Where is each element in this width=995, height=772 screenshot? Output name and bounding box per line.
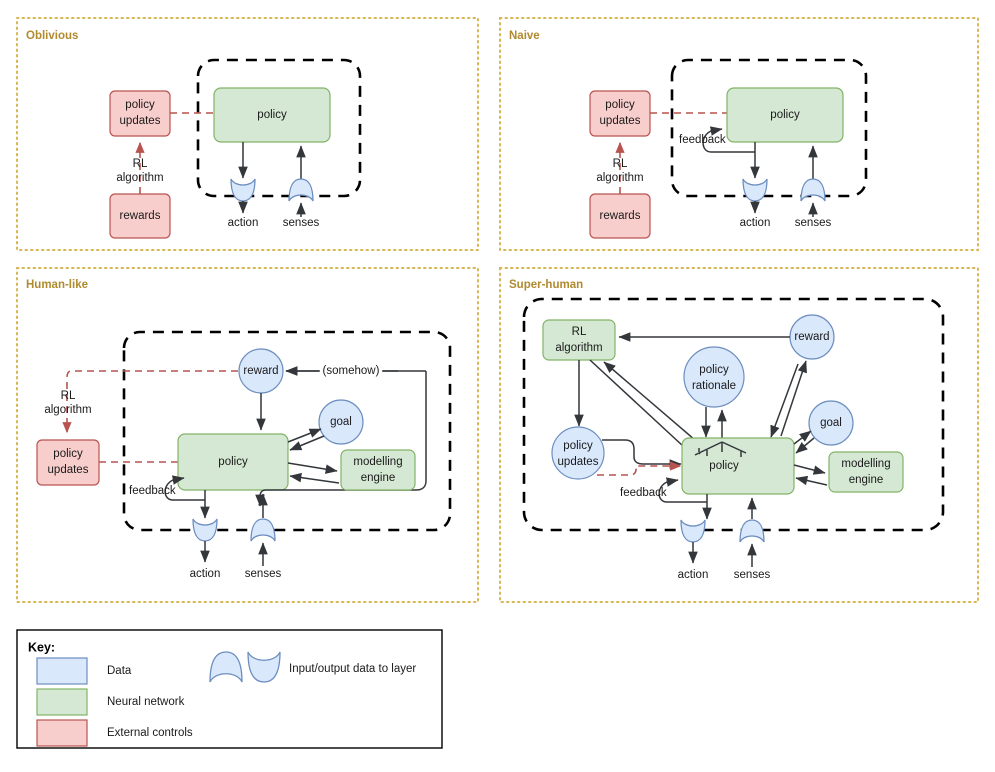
edge-policy-updates-to-policy-solid-super-human (602, 439, 682, 469)
edge-modelling-to-policy-human-like (289, 472, 340, 484)
panel-title-super-human: Super-human (509, 279, 583, 291)
node-label-policy-super-human: policy (709, 460, 739, 472)
edge-label-feedback-human-like: feedback (129, 485, 176, 497)
blob-senses-super-human (739, 519, 765, 543)
blob-action-naive (742, 178, 768, 202)
panel-naive: Naive policy updates rewards RL algorith… (499, 17, 979, 251)
node-label-rl-algorithm-sh-line1: RL (572, 326, 587, 338)
node-label-policy-updates-sh-line2: updates (558, 456, 599, 468)
node-policy-updates-human-like[interactable] (36, 439, 100, 486)
key-title: Key: (28, 640, 55, 654)
node-label-policy-updates-naive-line2: updates (600, 115, 641, 127)
edge-label-feedback-naive: feedback (679, 134, 726, 146)
edge-modelling-to-policy-super-human (795, 475, 828, 486)
panel-oblivious: Oblivious policy updates rewards RL algo… (16, 17, 479, 251)
node-label-policy-updates-hl-line1: policy (53, 448, 83, 460)
edge-goal-to-policy-human-like (289, 435, 325, 451)
node-label-policy-rationale-line1: policy (699, 364, 729, 376)
edge-label-rl-algorithm-naive-line2: algorithm (596, 172, 643, 184)
key-label-neural-network: Neural network (107, 696, 185, 708)
node-label-senses-naive: senses (795, 217, 832, 229)
key-label-input-output: Input/output data to layer (289, 663, 416, 675)
edge-label-rl-algorithm-hl-line2: algorithm (44, 404, 91, 416)
blob-senses-human-like (250, 518, 276, 542)
node-label-policy-oblivious: policy (257, 109, 287, 121)
node-label-senses-oblivious: senses (283, 217, 320, 229)
node-label-modelling-engine-hl-line2: engine (361, 472, 396, 484)
blob-senses-oblivious (288, 178, 314, 202)
edge-label-somehow-human-like: (somehow) (323, 365, 380, 377)
blob-senses-naive (800, 178, 826, 202)
node-label-action-super-human: action (678, 569, 709, 581)
edge-rl-algorithm-to-policy-super-human (589, 359, 698, 460)
panel-title-oblivious: Oblivious (26, 30, 78, 42)
node-label-policy-updates-sh-line1: policy (563, 440, 593, 452)
edge-policy-to-modelling-super-human (793, 464, 826, 475)
rl-agent-architectures-diagram: Oblivious policy updates rewards RL algo… (16, 17, 979, 749)
edge-label-rl-algorithm-hl-line1: RL (61, 390, 76, 402)
panel-title-human-like: Human-like (26, 279, 88, 291)
node-label-action-naive: action (740, 217, 771, 229)
node-policy-updates-naive[interactable] (589, 90, 651, 137)
key-swatch-external-controls (36, 719, 88, 747)
node-label-senses-human-like: senses (245, 568, 282, 580)
edge-label-feedback-super-human: feedback (620, 487, 667, 499)
node-label-policy-human-like: policy (218, 456, 248, 468)
node-label-reward-human-like: reward (243, 365, 278, 377)
node-label-modelling-engine-sh-line1: modelling (841, 458, 890, 470)
key-swatch-neural-network (36, 688, 88, 716)
edge-label-rl-algorithm-naive-line1: RL (613, 158, 628, 170)
node-label-policy-naive: policy (770, 109, 800, 121)
edge-label-rl-algorithm-line1: RL (133, 158, 148, 170)
node-label-modelling-engine-sh-line2: engine (849, 474, 884, 486)
edge-policy-updates-to-policy-dashed-super-human (597, 461, 682, 476)
fan-line-1c-super-human (698, 452, 701, 455)
node-label-policy-rationale-line2: rationale (692, 380, 736, 392)
node-label-policy-updates-line1: policy (125, 99, 155, 111)
diagram-canvas: Oblivious policy updates rewards RL algo… (0, 0, 995, 772)
blob-action-oblivious (230, 178, 256, 202)
blob-action-super-human (680, 519, 706, 543)
node-label-action-human-like: action (190, 568, 221, 580)
key-label-external-controls: External controls (107, 727, 193, 739)
panel-human-like: Human-like RL algorithm policy updates p… (16, 267, 479, 603)
node-label-rl-algorithm-sh-line2: algorithm (555, 342, 602, 354)
node-label-policy-updates-hl-line2: updates (48, 464, 89, 476)
panel-super-human: Super-human RL algorithm reward policy u… (499, 267, 979, 603)
node-label-action-oblivious: action (228, 217, 259, 229)
node-label-policy-updates-naive-line1: policy (605, 99, 635, 111)
panel-title-naive: Naive (509, 30, 540, 42)
node-label-senses-super-human: senses (734, 569, 771, 581)
node-label-reward-super-human: reward (794, 331, 829, 343)
blob-action-human-like (192, 518, 218, 542)
key-swatch-data (36, 657, 88, 685)
node-label-policy-updates-line2: updates (120, 115, 161, 127)
node-label-goal-super-human: goal (820, 417, 842, 429)
node-policy-updates-oblivious[interactable] (109, 90, 171, 137)
node-label-rewards-oblivious: rewards (120, 210, 161, 222)
key-label-data: Data (107, 665, 132, 677)
key-legend: Key: Data Neural network External contro… (16, 629, 443, 749)
node-label-rewards-naive: rewards (600, 210, 641, 222)
node-label-goal-human-like: goal (330, 416, 352, 428)
edge-rl-algorithm-human-like (62, 370, 238, 434)
node-policy-rationale-super-human[interactable] (683, 346, 745, 408)
node-label-modelling-engine-hl-line1: modelling (353, 456, 402, 468)
edge-policy-to-modelling-human-like (287, 462, 338, 474)
edge-label-rl-algorithm-line2: algorithm (116, 172, 163, 184)
node-policy-updates-super-human[interactable] (551, 426, 605, 480)
